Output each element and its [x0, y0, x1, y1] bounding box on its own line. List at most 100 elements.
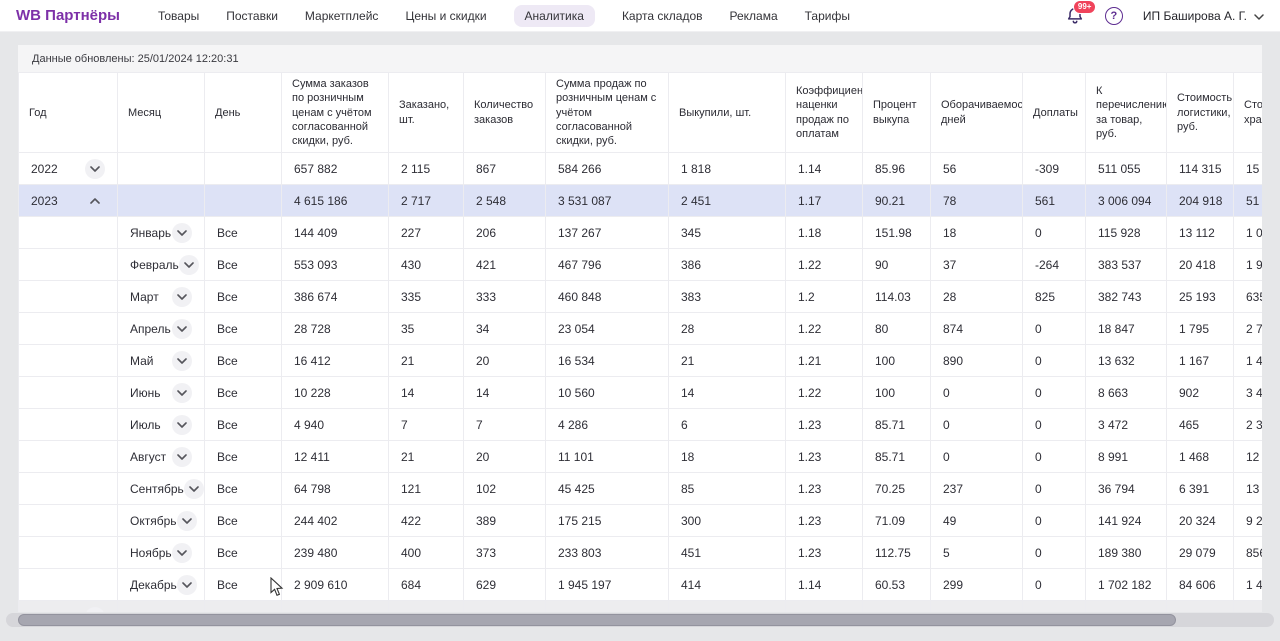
column-header-11: Доплаты: [1023, 73, 1086, 153]
month-label: Декабрь: [130, 578, 177, 592]
chevron-down-icon[interactable]: [172, 415, 192, 435]
metric-cell: 422: [389, 505, 464, 537]
metric-cell: 6 391: [1167, 473, 1234, 505]
month-cell[interactable]: Март: [118, 281, 205, 313]
horizontal-scrollbar-thumb[interactable]: [18, 614, 1176, 626]
metric-cell: 36 426: [1167, 601, 1234, 612]
chevron-down-icon[interactable]: [172, 351, 192, 371]
metric-cell: 345: [669, 217, 786, 249]
metric-cell: 2 38: [1234, 409, 1263, 441]
year-row-2024[interactable]: 2024867 933414387802 6204271.2754.118823…: [19, 601, 1263, 612]
help-button[interactable]: ?: [1105, 7, 1123, 25]
metric-cell: 584 266: [546, 153, 669, 185]
chevron-down-icon[interactable]: [172, 383, 192, 403]
year-cell: [19, 473, 118, 505]
chevron-down-icon[interactable]: [177, 511, 197, 531]
chevron-down-icon[interactable]: [172, 447, 192, 467]
year-row-2023[interactable]: 20234 615 1862 7172 5483 531 0872 4511.1…: [19, 185, 1263, 217]
metric-cell: 244 402: [282, 505, 389, 537]
day-cell[interactable]: Все: [205, 537, 282, 569]
bell-icon: [1065, 13, 1085, 30]
chevron-down-icon[interactable]: [85, 159, 105, 179]
metric-cell: 1 795: [1167, 313, 1234, 345]
day-cell[interactable]: Все: [205, 313, 282, 345]
chevron-up-icon[interactable]: [85, 191, 105, 211]
day-cell[interactable]: Все: [205, 249, 282, 281]
year-cell[interactable]: 2024: [19, 601, 118, 612]
metric-cell: 8 663: [1086, 377, 1167, 409]
metric-cell: 3 531 087: [546, 185, 669, 217]
month-cell[interactable]: Июль: [118, 409, 205, 441]
month-cell[interactable]: Сентябрь: [118, 473, 205, 505]
nav-item-6[interactable]: Реклама: [730, 5, 778, 27]
year-cell: [19, 281, 118, 313]
year-row-2022[interactable]: 2022657 8822 115867584 2661 8181.1485.96…: [19, 153, 1263, 185]
year-cell: [19, 537, 118, 569]
day-cell: [205, 153, 282, 185]
metric-cell: 25 193: [1167, 281, 1234, 313]
horizontal-scrollbar-track[interactable]: [6, 613, 1274, 627]
metric-cell: 78: [931, 185, 1023, 217]
month-cell[interactable]: Декабрь: [118, 569, 205, 601]
day-cell[interactable]: Все: [205, 345, 282, 377]
month-cell[interactable]: Январь: [118, 217, 205, 249]
metric-cell: 2 717: [389, 185, 464, 217]
nav-item-5[interactable]: Карта складов: [622, 5, 703, 27]
day-cell[interactable]: Все: [205, 569, 282, 601]
metric-cell: 70.25: [863, 473, 931, 505]
chevron-down-icon[interactable]: [172, 287, 192, 307]
metric-cell: 16 534: [546, 345, 669, 377]
day-cell[interactable]: Все: [205, 473, 282, 505]
metric-cell: 1 44: [1234, 345, 1263, 377]
day-cell[interactable]: Все: [205, 409, 282, 441]
chevron-down-icon[interactable]: [172, 319, 192, 339]
chevron-down-icon[interactable]: [172, 223, 192, 243]
metric-cell: 21: [389, 441, 464, 473]
metric-cell: 299: [931, 569, 1023, 601]
metric-cell: 88: [931, 601, 1023, 612]
chevron-down-icon[interactable]: [184, 479, 204, 499]
chevron-down-icon[interactable]: [179, 255, 199, 275]
year-cell[interactable]: 2022: [19, 153, 118, 185]
nav-item-2[interactable]: Маркетплейс: [305, 5, 379, 27]
metric-cell: 18: [931, 217, 1023, 249]
metric-cell: 137 267: [546, 217, 669, 249]
month-cell[interactable]: Ноябрь: [118, 537, 205, 569]
nav-item-4[interactable]: Аналитика: [514, 5, 595, 27]
metric-cell: -264: [1023, 249, 1086, 281]
day-cell[interactable]: Все: [205, 377, 282, 409]
notifications-button[interactable]: 99+: [1065, 6, 1085, 26]
metric-cell: 2 548: [464, 185, 546, 217]
nav-item-7[interactable]: Тарифы: [805, 5, 850, 27]
app-logo[interactable]: WB Партнёры: [16, 7, 120, 24]
metric-cell: 51 7: [1234, 185, 1263, 217]
day-cell[interactable]: Все: [205, 441, 282, 473]
month-cell[interactable]: Май: [118, 345, 205, 377]
metric-cell: 561: [1023, 185, 1086, 217]
month-cell[interactable]: Октябрь: [118, 505, 205, 537]
column-header-14: Стоимость хранения, руб.: [1234, 73, 1263, 153]
account-menu[interactable]: ИП Баширова А. Г.: [1143, 9, 1264, 23]
metric-cell: 890: [931, 345, 1023, 377]
nav-item-3[interactable]: Цены и скидки: [405, 5, 486, 27]
month-cell[interactable]: Июнь: [118, 377, 205, 409]
day-cell[interactable]: Все: [205, 505, 282, 537]
nav-item-0[interactable]: Товары: [158, 5, 199, 27]
day-cell[interactable]: Все: [205, 217, 282, 249]
chevron-down-icon[interactable]: [172, 543, 192, 563]
metric-cell: 867 933: [282, 601, 389, 612]
column-header-8: Коэффициент наценки продаж по оплатам: [786, 73, 863, 153]
chevron-down-icon[interactable]: [85, 607, 105, 612]
chevron-down-icon[interactable]: [177, 575, 197, 595]
metric-cell: 11 101: [546, 441, 669, 473]
day-cell[interactable]: Все: [205, 281, 282, 313]
month-cell[interactable]: Апрель: [118, 313, 205, 345]
metric-cell: 1.27: [786, 601, 863, 612]
nav-item-1[interactable]: Поставки: [226, 5, 278, 27]
month-cell[interactable]: Август: [118, 441, 205, 473]
metric-cell: 227: [389, 217, 464, 249]
metric-cell: 0: [931, 377, 1023, 409]
year-cell[interactable]: 2023: [19, 185, 118, 217]
table-header-row: ГодМесяцДеньСумма заказов по розничным ц…: [19, 73, 1263, 153]
month-cell[interactable]: Февраль: [118, 249, 205, 281]
